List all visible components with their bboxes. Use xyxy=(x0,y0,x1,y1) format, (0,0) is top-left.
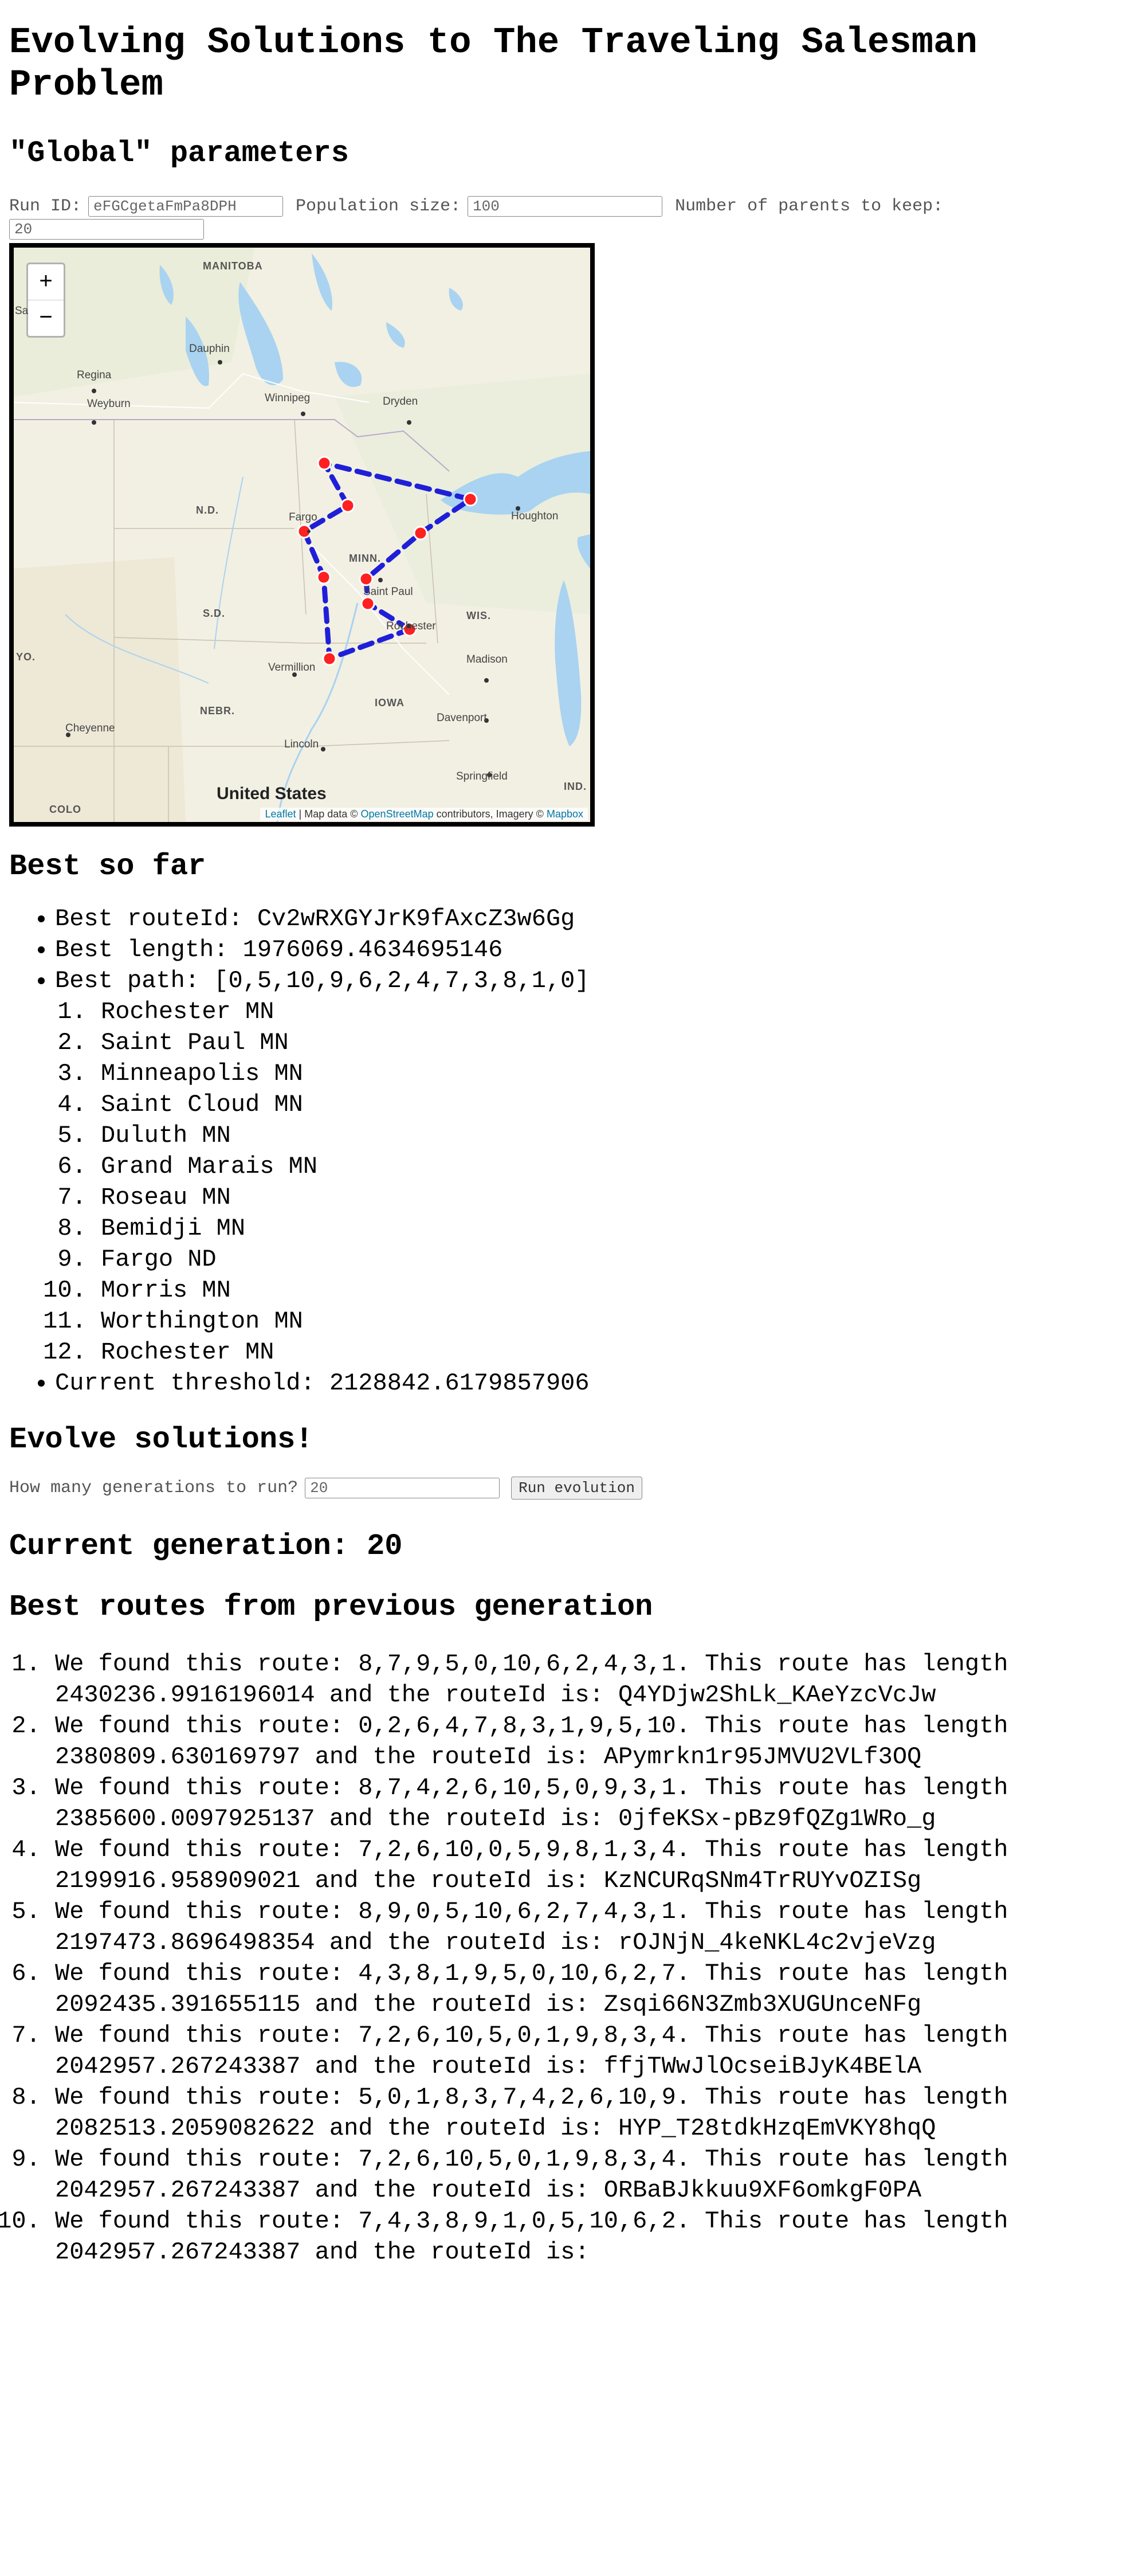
path-city: Morris MN xyxy=(101,1275,1115,1306)
map-label-lincoln: Lincoln xyxy=(284,738,319,750)
current-threshold: Current threshold: 2128842.6179857906 xyxy=(55,1368,1115,1399)
route-item: We found this route: 7,2,6,10,0,5,9,8,1,… xyxy=(55,1834,1115,1896)
map-attribution: Leaflet | Map data © OpenStreetMap contr… xyxy=(260,808,588,821)
map-label-cheyenne: Cheyenne xyxy=(65,722,115,734)
map-label-winnipeg: Winnipeg xyxy=(265,392,311,404)
path-city: Bemidji MN xyxy=(101,1213,1115,1244)
map-label-colo: COLO xyxy=(49,804,81,815)
path-city: Saint Paul MN xyxy=(101,1027,1115,1058)
map-label-vermillion: Vermillion xyxy=(268,661,316,674)
map-canvas xyxy=(14,248,590,822)
run-evolution-button[interactable]: Run evolution xyxy=(511,1477,642,1500)
map-label-davenport: Davenport xyxy=(437,712,487,724)
map-label-dryden: Dryden xyxy=(383,396,418,408)
route-item: We found this route: 8,7,4,2,6,10,5,0,9,… xyxy=(55,1772,1115,1834)
map-label-sd: S.D. xyxy=(203,608,226,619)
run-id-input[interactable] xyxy=(88,196,284,217)
route-item: We found this route: 7,2,6,10,5,0,1,9,8,… xyxy=(55,2144,1115,2206)
map-label-regina: Regina xyxy=(77,369,112,381)
map-label-nd: N.D. xyxy=(196,504,219,516)
path-city: Grand Marais MN xyxy=(101,1151,1115,1182)
route-item: We found this route: 0,2,6,4,7,8,3,1,9,5… xyxy=(55,1710,1115,1772)
best-so-far-heading: Best so far xyxy=(9,849,206,883)
path-city: Duluth MN xyxy=(101,1120,1115,1151)
map-label-wis: WIS. xyxy=(466,610,491,621)
route-map[interactable]: + − MANITOBA Sa Dauphin Regina Weyburn W… xyxy=(9,243,595,827)
parents-to-keep-label: Number of parents to keep: xyxy=(675,197,944,216)
population-size-label: Population size: xyxy=(296,197,461,216)
best-routes-heading: Best routes from previous generation xyxy=(9,1590,653,1624)
map-label-iowa: IOWA xyxy=(375,697,405,708)
map-label-weyburn: Weyburn xyxy=(87,398,131,410)
map-label-yo: YO. xyxy=(16,651,36,663)
params-row: Run ID: Population size: Number of paren… xyxy=(9,194,1115,219)
run-id-label: Run ID: xyxy=(9,197,82,216)
map-label-springfield: Springfield xyxy=(456,770,508,782)
best-route-id: Best routeId: Cv2wRXGYJrK9fAxcZ3w6Gg xyxy=(55,903,1115,934)
population-size-input[interactable] xyxy=(468,196,663,217)
attribution-text-2: contributors, Imagery © xyxy=(433,808,547,820)
best-so-far-list: Best routeId: Cv2wRXGYJrK9fAxcZ3w6Gg Bes… xyxy=(9,903,1115,1399)
map-label-rochester: Rochester xyxy=(386,620,436,632)
current-generation-heading: Current generation: 20 xyxy=(9,1529,403,1563)
path-city: Fargo ND xyxy=(101,1244,1115,1275)
map-label-sa: Sa xyxy=(15,305,29,317)
openstreetmap-link[interactable]: OpenStreetMap xyxy=(361,808,434,820)
best-routes-list: We found this route: 8,7,9,5,0,10,6,2,4,… xyxy=(9,1649,1115,2268)
map-label-minn: MINN. xyxy=(349,553,381,564)
map-label-united-states: United States xyxy=(217,784,327,803)
best-path-text: Best path: [0,5,10,9,6,2,4,7,3,8,1,0] xyxy=(55,967,590,995)
zoom-out-button[interactable]: − xyxy=(28,300,64,336)
zoom-in-button[interactable]: + xyxy=(28,264,64,300)
route-item: We found this route: 4,3,8,1,9,5,0,10,6,… xyxy=(55,1958,1115,2020)
map-label-dauphin: Dauphin xyxy=(189,343,230,355)
map-label-nebr: NEBR. xyxy=(200,705,235,717)
path-city: Minneapolis MN xyxy=(101,1058,1115,1089)
global-parameters-form: Run ID: Population size: Number of paren… xyxy=(9,194,1115,240)
map-label-madison: Madison xyxy=(466,653,508,665)
generations-label: How many generations to run? xyxy=(9,1478,299,1498)
generations-input[interactable] xyxy=(305,1478,500,1498)
route-item: We found this route: 5,0,1,8,3,7,4,2,6,1… xyxy=(55,2082,1115,2144)
page: Evolving Solutions to The Traveling Sale… xyxy=(9,0,1115,2268)
leaflet-link[interactable]: Leaflet xyxy=(265,808,296,820)
page-title: Evolving Solutions to The Traveling Sale… xyxy=(9,22,977,106)
route-item: We found this route: 7,4,3,8,9,1,0,5,10,… xyxy=(55,2206,1115,2268)
path-city: Rochester MN xyxy=(101,1337,1115,1368)
route-item: We found this route: 7,2,6,10,5,0,1,9,8,… xyxy=(55,2020,1115,2082)
map-label-fargo: Fargo xyxy=(289,511,317,523)
route-item: We found this route: 8,9,0,5,10,6,2,7,4,… xyxy=(55,1896,1115,1958)
mapbox-link[interactable]: Mapbox xyxy=(547,808,583,820)
path-city: Rochester MN xyxy=(101,996,1115,1027)
route-item: We found this route: 8,7,9,5,0,10,6,2,4,… xyxy=(55,1649,1115,1710)
map-label-ind: IND. xyxy=(564,781,587,792)
params-row-2 xyxy=(9,219,1115,240)
zoom-control: + − xyxy=(26,263,65,338)
global-parameters-heading: "Global" parameters xyxy=(9,136,349,170)
parents-to-keep-input[interactable] xyxy=(9,219,204,240)
map-label-saint-paul: Saint Paul xyxy=(363,586,413,598)
best-path: Best path: [0,5,10,9,6,2,4,7,3,8,1,0] Ro… xyxy=(55,965,1115,1368)
path-city: Worthington MN xyxy=(101,1306,1115,1337)
best-path-city-list: Rochester MN Saint Paul MN Minneapolis M… xyxy=(55,996,1115,1368)
path-city: Roseau MN xyxy=(101,1182,1115,1213)
map-label-houghton: Houghton xyxy=(511,510,559,522)
map-label-manitoba: MANITOBA xyxy=(203,260,263,272)
evolve-form: How many generations to run? Run evoluti… xyxy=(9,1477,1115,1500)
attribution-text: | Map data © xyxy=(296,808,361,820)
evolve-heading: Evolve solutions! xyxy=(9,1423,313,1457)
best-length: Best length: 1976069.4634695146 xyxy=(55,934,1115,965)
path-city: Saint Cloud MN xyxy=(101,1089,1115,1120)
